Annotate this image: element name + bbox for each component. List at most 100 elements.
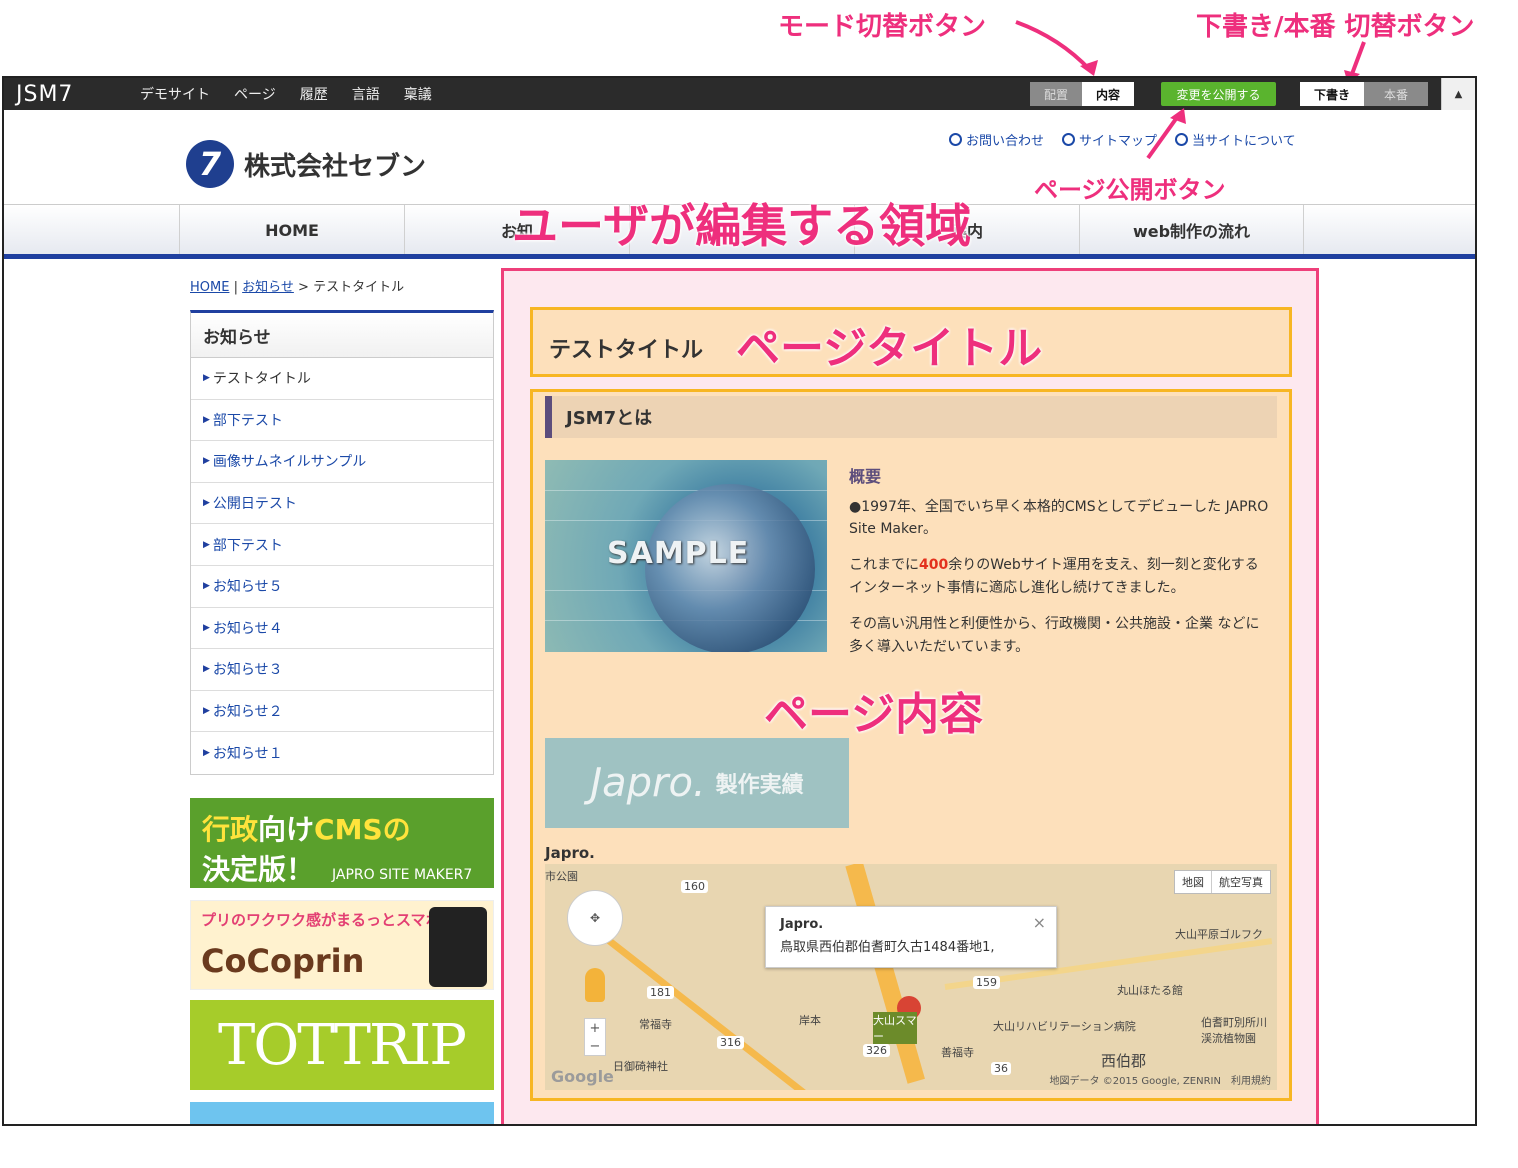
map-place: 岸本 — [799, 1014, 821, 1027]
side-menu-item[interactable]: 部下テスト — [191, 524, 493, 566]
side-menu-item[interactable]: お知らせ４ — [191, 608, 493, 650]
sample-label: SAMPLE — [607, 536, 750, 571]
side-menu-item[interactable]: お知らせ５ — [191, 566, 493, 608]
draft-live-toggle: 下書き 本番 — [1300, 82, 1428, 106]
zoom-in-icon[interactable]: + — [590, 1021, 601, 1036]
header-link-about[interactable]: 当サイトについて — [1175, 130, 1296, 149]
map-pan-control[interactable]: ✥ — [567, 890, 623, 946]
annotation-mode-toggle: モード切替ボタン — [778, 12, 987, 42]
banner-partial[interactable] — [190, 1102, 494, 1124]
banner-tottrip[interactable]: TOTTRIP — [190, 1000, 494, 1090]
banner1-mid: 向け — [258, 813, 315, 846]
breadcrumb-current: テストタイトル — [313, 280, 405, 295]
overview-title: 概要 — [849, 467, 882, 486]
overview-paragraph-1: ●1997年、全国でいち早く本格的CMSとしてデビューした JAPRO Site… — [849, 498, 1269, 537]
map-place: 丸山ほたる館 — [1117, 984, 1183, 997]
map-zoom-control[interactable]: + − — [584, 1018, 606, 1056]
map-place: 大山スマー — [873, 1012, 917, 1044]
annotation-publish: ページ公開ボタン — [1034, 176, 1226, 204]
side-menu-item[interactable]: テストタイトル — [191, 358, 493, 400]
overview-text: 概要 ●1997年、全国でいち早く本格的CMSとしてデビューした JAPRO S… — [849, 464, 1269, 672]
sample-image: SAMPLE — [545, 460, 827, 652]
breadcrumb-home[interactable]: HOME — [190, 280, 229, 295]
mode-layout-button[interactable]: 配置 — [1030, 82, 1082, 106]
annotation-page-content: ページ内容 — [764, 689, 984, 740]
banner1-cms: CMSの — [314, 813, 411, 846]
breadcrumb-news[interactable]: お知らせ — [242, 280, 294, 295]
page-title: テストタイトル — [549, 338, 704, 363]
banner-jsm7[interactable]: 行政向けCMSの 決定版！ JAPRO SITE MAKER7 — [190, 798, 494, 888]
map-copyright[interactable]: 地図データ ©2015 Google, ZENRIN 利用規約 — [1050, 1072, 1271, 1087]
annotation-page-title: ページタイトル — [736, 323, 1043, 374]
route-label: 36 — [991, 1062, 1011, 1075]
street-view-pegman[interactable] — [585, 968, 605, 1002]
banner1-line2: 決定版！ — [202, 853, 315, 886]
japro-works-banner[interactable]: Japro. 製作実績 — [545, 738, 849, 828]
admin-menu-demosite[interactable]: デモサイト — [140, 84, 210, 104]
route-label: 159 — [973, 976, 1000, 989]
route-label: 160 — [681, 880, 708, 893]
admin-logo[interactable]: JSM7 — [4, 82, 124, 107]
screenshot-stage: モード切替ボタン 下書き/本番 切替ボタン JSM7 デモサイト ページ 履歴 … — [0, 0, 1518, 1168]
admin-menu-approval[interactable]: 稟議 — [404, 84, 432, 104]
annotation-arrow-publish — [1146, 108, 1186, 160]
live-button[interactable]: 本番 — [1364, 82, 1428, 106]
route-label: 181 — [647, 986, 674, 999]
google-map[interactable]: ✥ + − 地図 航空写真 Japro. 鳥取県西伯郡伯耆町久古1484番地1, … — [545, 864, 1277, 1090]
logo-mark: 7 — [186, 140, 234, 188]
publish-button[interactable]: 変更を公開する — [1161, 82, 1276, 106]
map-place: 大山平原ゴルフク — [1175, 928, 1263, 941]
side-menu-title: お知らせ — [191, 313, 493, 358]
admin-menu: デモサイト ページ 履歴 言語 稟議 — [140, 84, 432, 104]
side-menu-item[interactable]: お知らせ２ — [191, 691, 493, 733]
side-menu: お知らせ テストタイトル 部下テスト 画像サムネイルサンプル 公開日テスト 部下… — [190, 310, 494, 775]
route-label: 326 — [863, 1044, 890, 1057]
map-info-address: 鳥取県西伯郡伯耆町久古1484番地1, — [780, 940, 995, 955]
side-menu-item[interactable]: 公開日テスト — [191, 483, 493, 525]
mode-toggle: 配置 内容 — [1030, 82, 1134, 106]
map-place: 大山リハビリテーション病院 — [993, 1020, 1136, 1033]
map-type-satellite[interactable]: 航空写真 — [1212, 871, 1270, 893]
site-logo[interactable]: 7 株式会社セブン — [186, 140, 426, 188]
side-menu-item[interactable]: お知らせ３ — [191, 649, 493, 691]
side-menu-item[interactable]: 部下テスト — [191, 400, 493, 442]
mode-content-button[interactable]: 内容 — [1082, 82, 1134, 106]
map-place: 善福寺 — [941, 1046, 974, 1059]
map-place: 伯耆町別所川渓流植物園 — [1201, 1016, 1267, 1045]
gnav-home[interactable]: HOME — [179, 205, 404, 255]
map-label: Japro. — [545, 844, 595, 862]
side-menu-item[interactable]: お知らせ１ — [191, 732, 493, 774]
header-links: お問い合わせ サイトマップ 当サイトについて — [949, 130, 1296, 149]
map-type-map[interactable]: 地図 — [1175, 871, 1212, 893]
japro-logo-text: Japro. — [590, 760, 706, 806]
zoom-out-icon[interactable]: − — [590, 1039, 601, 1054]
banner3-text: TOTTRIP — [218, 1012, 467, 1078]
collapse-toolbar-button[interactable]: ▲ — [1441, 78, 1475, 110]
page-content-box[interactable]: JSM7とは SAMPLE 概要 ●1997年、全国でいち早く本格的CMSとして… — [530, 389, 1292, 1101]
map-info-window: Japro. 鳥取県西伯郡伯耆町久古1484番地1, × — [765, 906, 1057, 968]
admin-menu-history[interactable]: 履歴 — [300, 84, 328, 104]
map-info-name: Japro. — [780, 917, 824, 932]
header-link-contact[interactable]: お問い合わせ — [949, 130, 1044, 149]
google-logo[interactable]: Google — [551, 1067, 614, 1086]
overview-paragraph-3: その高い汎用性と利便性から、行政機関・公共施設・企業 などに多く導入いただいてい… — [849, 616, 1260, 655]
annotation-edit-region: ユーザが編集する領域 — [512, 199, 972, 253]
highlight-number: 400 — [919, 557, 949, 574]
banner-cocoprin[interactable]: プリのワクワク感がまるっとスマホに♥ CoCoprin — [190, 900, 494, 990]
phone-image — [429, 907, 487, 987]
section-heading: JSM7とは — [545, 396, 1277, 438]
map-place: 常福寺 — [639, 1018, 672, 1031]
side-menu-item[interactable]: 画像サムネイルサンプル — [191, 441, 493, 483]
breadcrumb: HOME | お知らせ > テストタイトル — [190, 276, 404, 295]
breadcrumb-separator: > — [298, 280, 309, 295]
close-icon[interactable]: × — [1033, 913, 1046, 932]
gnav-web-flow[interactable]: web制作の流れ — [1079, 205, 1304, 255]
breadcrumb-separator: | — [233, 280, 238, 295]
draft-button[interactable]: 下書き — [1300, 82, 1364, 106]
annotation-arrow-mode — [1015, 20, 1098, 76]
admin-menu-page[interactable]: ページ — [234, 84, 276, 104]
map-place: 日御碕神社 — [613, 1060, 668, 1073]
banner1-prefix: 行政 — [202, 813, 259, 846]
japro-works-label: 製作実績 — [715, 773, 804, 798]
admin-menu-language[interactable]: 言語 — [352, 84, 380, 104]
